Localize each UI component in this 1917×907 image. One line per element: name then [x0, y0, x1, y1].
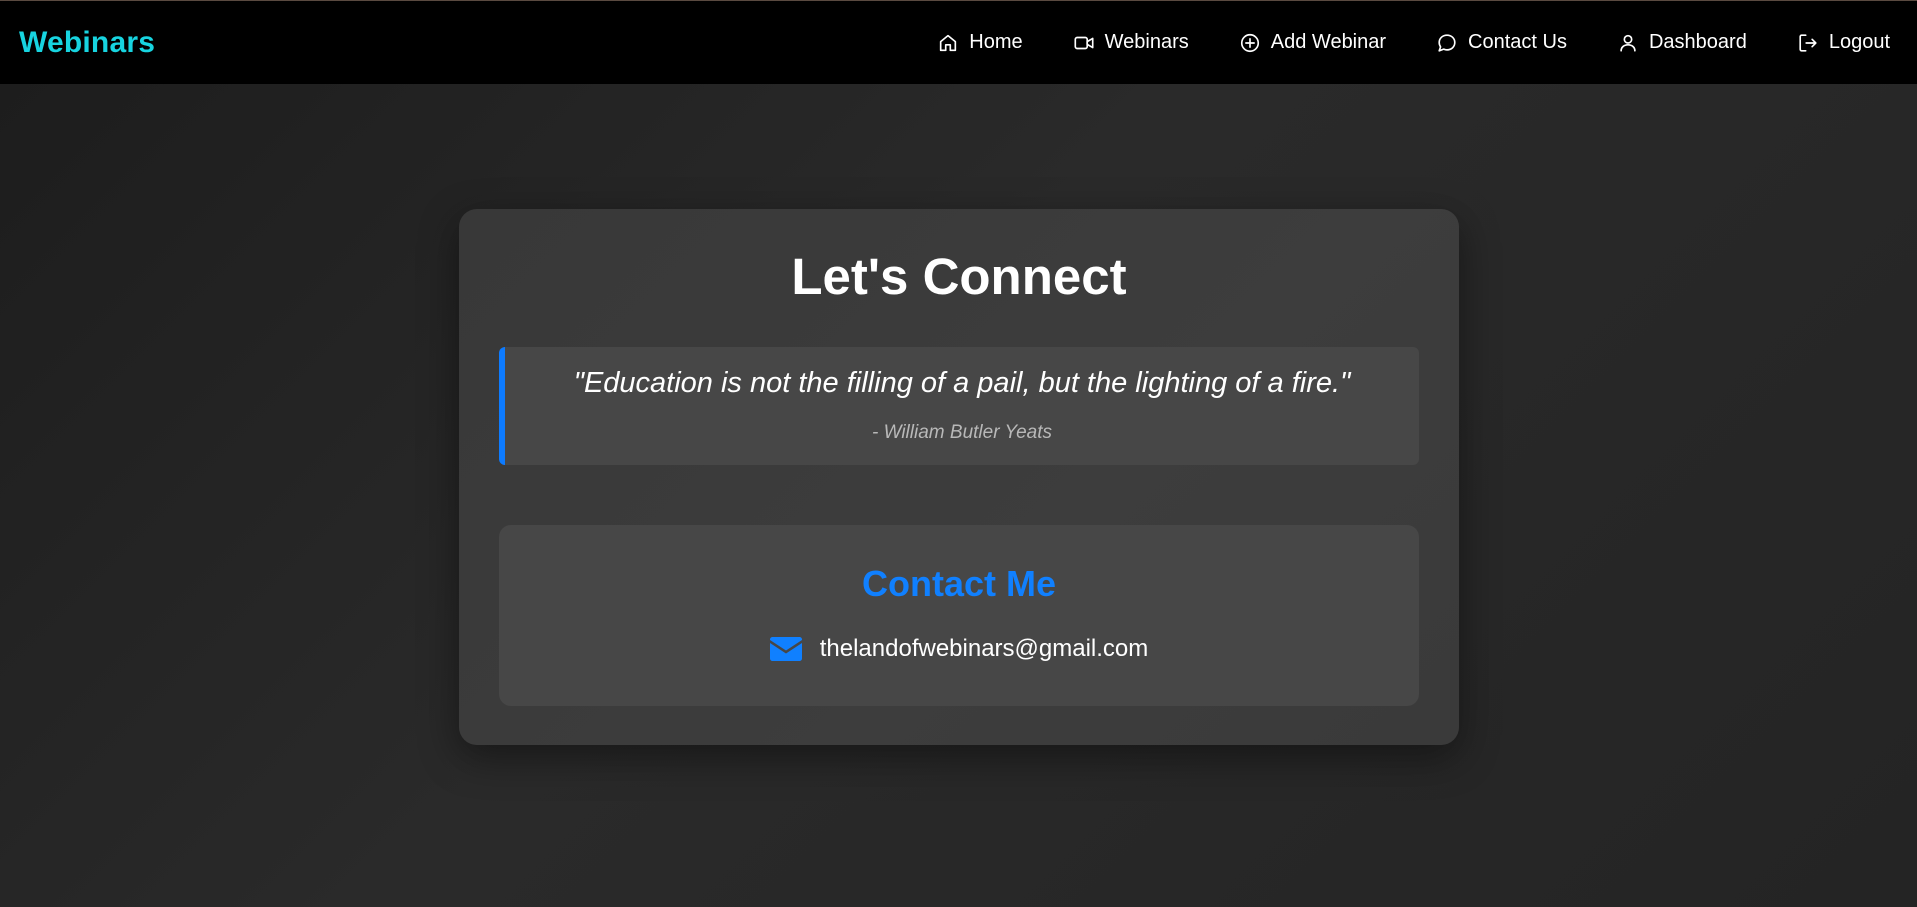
nav-item-contact-us[interactable]: Contact Us: [1436, 31, 1567, 54]
logout-icon: [1799, 33, 1817, 52]
nav-item-webinars[interactable]: Webinars: [1073, 31, 1189, 54]
brand-logo-link[interactable]: Webinars: [19, 26, 155, 60]
page-title: Let's Connect: [791, 248, 1127, 305]
video-icon: [1074, 36, 1094, 49]
nav-item-home[interactable]: Home: [937, 31, 1023, 54]
quote-text: "Education is not the filling of a pail,…: [573, 367, 1351, 399]
home-icon: [940, 34, 957, 51]
top-navbar: Webinars Home Webinars Add Webinar Conta…: [0, 1, 1917, 84]
nav-item-dashboard[interactable]: Dashboard: [1617, 31, 1747, 54]
nav-item-label: Logout: [1828, 31, 1890, 53]
user-icon: [1620, 34, 1636, 52]
nav-links: Home Webinars Add Webinar Contact Us Das…: [937, 31, 1890, 54]
contact-email-row: thelandofwebinars@gmail.com: [499, 635, 1419, 663]
plus-circle-icon: [1240, 33, 1259, 52]
nav-item-label: Add Webinar: [1270, 31, 1387, 53]
contact-box: Contact Me thelandofwebinars@gmail.com: [499, 525, 1419, 706]
email-link[interactable]: thelandofwebinars@gmail.com: [820, 635, 1149, 663]
nav-item-add-webinar[interactable]: Add Webinar: [1239, 31, 1386, 54]
quote-box: "Education is not the filling of a pail,…: [499, 347, 1419, 465]
nav-item-label: Contact Us: [1468, 31, 1567, 53]
contact-title: Contact Me: [861, 563, 1056, 604]
nav-item-label: Home: [969, 31, 1023, 53]
chat-bubble-icon: [1438, 33, 1456, 52]
nav-item-label: Dashboard: [1648, 31, 1747, 53]
quote-author: - William Butler Yeats: [871, 422, 1053, 443]
nav-item-label: Webinars: [1104, 31, 1189, 53]
envelope-icon: [769, 637, 802, 661]
connect-card: Let's Connect "Education is not the fill…: [459, 209, 1459, 745]
nav-item-logout[interactable]: Logout: [1797, 31, 1890, 54]
